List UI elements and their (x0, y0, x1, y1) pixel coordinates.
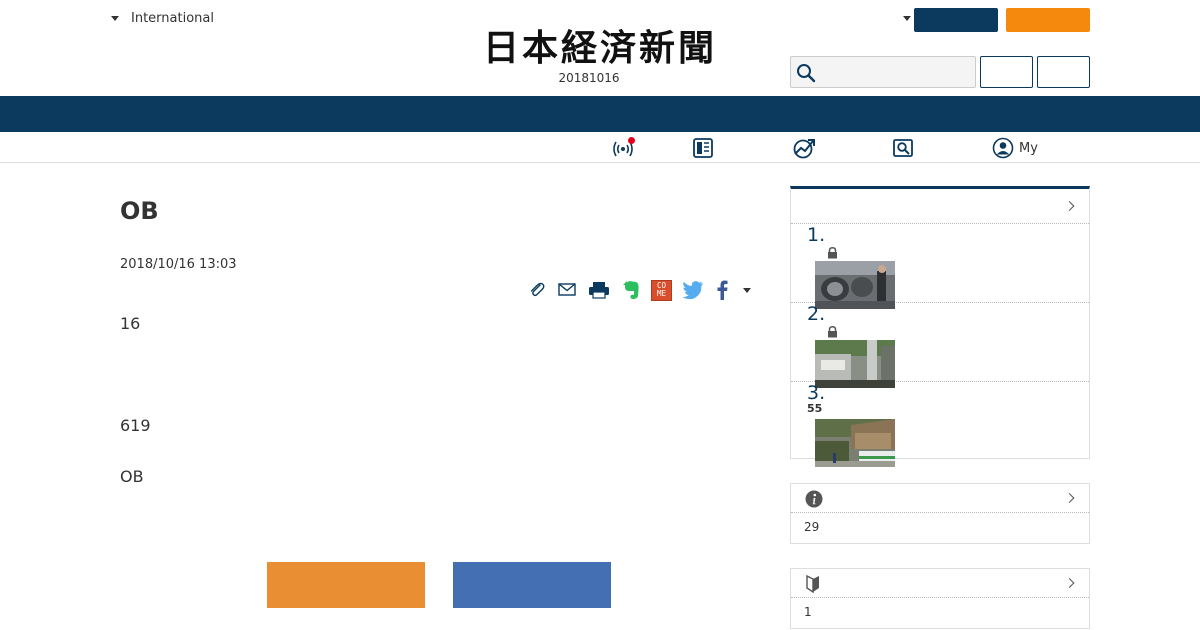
site-header: International 日本経済新聞 20181016 (0, 0, 1200, 96)
beginner-box: 1 (790, 568, 1090, 629)
market-chart-icon (793, 139, 815, 159)
clip-icon[interactable] (527, 280, 547, 300)
ranking-box: 1. 2. 3. 55 (790, 186, 1090, 467)
thumbnail-image[interactable] (815, 340, 895, 388)
rank-number: 1. (807, 224, 826, 246)
twitter-icon[interactable] (681, 280, 705, 300)
search-icon[interactable] (796, 63, 816, 83)
ranking-item[interactable]: 3. 55 (791, 382, 1089, 467)
article-paragraph: OB (120, 467, 144, 486)
caret-down-icon (111, 16, 119, 21)
subnav-paper[interactable] (692, 136, 720, 160)
thumbnail-image[interactable] (815, 261, 895, 309)
search-topic-icon (893, 139, 913, 157)
region-label: International (131, 11, 214, 26)
print-icon[interactable] (587, 280, 611, 300)
lock-icon (828, 326, 837, 338)
chevron-right-icon (1064, 493, 1075, 503)
article-title: OB (120, 197, 159, 225)
rank-number: 2. (807, 303, 826, 325)
header-outline-button-1[interactable] (980, 56, 1033, 88)
beginner-box-value: 1 (804, 605, 812, 619)
paper-edition-icon (693, 138, 713, 158)
rank-extra-text: 55 (807, 402, 823, 415)
mail-icon[interactable] (556, 280, 578, 300)
subnav-label-my: My (1019, 140, 1038, 156)
come-icon-text: CO ME (656, 280, 667, 298)
come-icon[interactable]: CO ME (651, 279, 672, 301)
header-outline-button-2[interactable] (1037, 56, 1090, 88)
info-box-header[interactable] (791, 484, 1089, 513)
site-logo[interactable]: 日本経済新聞 (450, 26, 750, 70)
subnav-search[interactable] (892, 136, 920, 160)
chevron-right-icon (1064, 201, 1075, 211)
evernote-icon[interactable] (620, 279, 642, 301)
cta-blue-button[interactable] (453, 562, 611, 608)
info-box: 29 (790, 483, 1090, 544)
caret-down-icon[interactable] (903, 16, 911, 21)
chevron-right-icon (1064, 578, 1075, 588)
subnav-live[interactable] (612, 136, 640, 160)
notification-dot (628, 137, 635, 144)
main-nav-bar (0, 96, 1200, 132)
article-date: 2018/10/16 13:03 (120, 257, 237, 272)
subnav-market[interactable] (792, 136, 822, 160)
sub-nav: My (0, 132, 1200, 163)
ranking-header[interactable] (791, 189, 1089, 224)
cta-orange-button[interactable] (267, 562, 425, 608)
info-icon (805, 490, 823, 508)
region-selector[interactable]: International (111, 11, 214, 26)
ranking-item[interactable]: 2. (791, 303, 1089, 388)
search-input[interactable] (790, 56, 976, 88)
subscribe-button[interactable] (1006, 8, 1090, 32)
user-circle-icon (992, 137, 1014, 159)
more-dropdown-icon[interactable] (743, 287, 751, 293)
edition-date: 20181016 (558, 71, 620, 85)
live-broadcast-icon (612, 137, 635, 159)
facebook-icon[interactable] (714, 279, 730, 301)
info-box-value: 29 (804, 520, 820, 534)
ranking-item[interactable]: 1. (791, 224, 1089, 309)
subnav-my[interactable]: My (992, 136, 1038, 160)
beginner-box-header[interactable] (791, 569, 1089, 598)
rank-number: 3. (807, 382, 826, 404)
thumbnail-image[interactable] (815, 419, 895, 467)
article-paragraph: 16 (120, 314, 141, 333)
article-paragraph: 619 (120, 416, 151, 435)
lock-icon (828, 247, 837, 259)
login-button[interactable] (914, 8, 998, 32)
share-toolbar: CO ME (527, 278, 760, 302)
beginner-mark-icon (806, 575, 819, 593)
